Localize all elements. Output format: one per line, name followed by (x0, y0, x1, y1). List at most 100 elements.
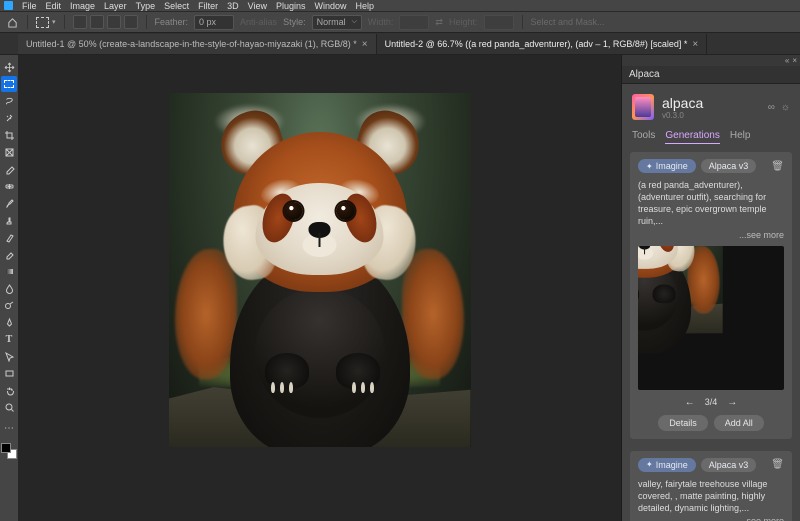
generation-card: ✦Imagine Alpaca v3 🗑 valley, fairytale t… (630, 451, 792, 521)
tag-imagine[interactable]: ✦Imagine (638, 458, 696, 472)
see-more-link[interactable]: ...see more (638, 516, 784, 521)
eyedropper-tool[interactable] (1, 161, 17, 177)
selection-new-icon[interactable] (73, 15, 87, 29)
hand-tool[interactable] (1, 382, 17, 398)
menu-window[interactable]: Window (315, 1, 347, 11)
home-icon[interactable] (5, 15, 19, 29)
gradient-tool[interactable] (1, 263, 17, 279)
generation-thumbnail[interactable] (638, 246, 784, 390)
tag-model[interactable]: Alpaca v3 (701, 159, 757, 173)
feather-label: Feather: (155, 17, 189, 27)
menu-plugins[interactable]: Plugins (276, 1, 306, 11)
menu-file[interactable]: File (22, 1, 37, 11)
brand-header: alpaca v0.3.0 ∞ ☼ (622, 84, 800, 126)
menu-type[interactable]: Type (136, 1, 156, 11)
document-tab-bar: Untitled-1 @ 50% (create-a-landscape-in-… (0, 33, 800, 55)
details-button[interactable]: Details (658, 415, 708, 431)
selection-add-icon[interactable] (90, 15, 104, 29)
close-icon[interactable]: × (362, 39, 368, 50)
document-tab-2[interactable]: Untitled-2 @ 66.7% ((a red panda_adventu… (377, 34, 708, 54)
page-indicator: 3/4 (705, 397, 718, 407)
canvas[interactable] (169, 93, 471, 447)
delete-icon[interactable]: 🗑 (771, 161, 784, 172)
generation-card: ✦Imagine Alpaca v3 🗑 (a red panda_advent… (630, 152, 792, 439)
width-label: Width: (368, 17, 394, 27)
canvas-image (169, 93, 471, 447)
link-icon[interactable]: ∞ (768, 102, 775, 113)
menu-layer[interactable]: Layer (104, 1, 127, 11)
wand-tool[interactable] (1, 110, 17, 126)
marquee-tool[interactable] (1, 76, 17, 92)
history-brush-tool[interactable] (1, 229, 17, 245)
prompt-text: (a red panda_adventurer), (adventurer ou… (638, 179, 784, 228)
add-all-button[interactable]: Add All (714, 415, 764, 431)
stamp-tool[interactable] (1, 212, 17, 228)
alpaca-logo-icon (632, 94, 654, 120)
selection-subtract-icon[interactable] (107, 15, 121, 29)
menu-view[interactable]: View (248, 1, 267, 11)
height-label: Height: (449, 17, 478, 27)
close-icon[interactable]: × (792, 56, 797, 65)
app-icon (4, 1, 13, 10)
sparkle-icon: ✦ (646, 162, 653, 171)
panel-tab-alpaca[interactable]: Alpaca (629, 69, 660, 80)
lasso-tool[interactable] (1, 93, 17, 109)
menu-3d[interactable]: 3D (227, 1, 239, 11)
frame-tool[interactable] (1, 144, 17, 160)
eraser-tool[interactable] (1, 246, 17, 262)
menu-filter[interactable]: Filter (198, 1, 218, 11)
edit-toolbar-icon[interactable]: ⋯ (1, 420, 17, 436)
marquee-tool-indicator[interactable]: ▾ (36, 17, 56, 28)
options-bar: ▾ Feather: 0 px Anti-alias Style: Normal… (0, 11, 800, 33)
height-input (484, 15, 514, 30)
panel-subtabs: Tools Generations Help (622, 126, 800, 146)
prev-arrow-icon[interactable]: ← (685, 397, 695, 408)
subtab-generations[interactable]: Generations (665, 130, 719, 144)
canvas-area[interactable] (18, 55, 621, 521)
swap-wh-icon: ⇄ (435, 17, 443, 28)
style-select[interactable]: Normal⌵ (312, 15, 362, 30)
menu-select[interactable]: Select (164, 1, 189, 11)
panel-tab-bar: Alpaca (622, 66, 800, 84)
subtab-help[interactable]: Help (730, 130, 751, 144)
tag-imagine[interactable]: ✦Imagine (638, 159, 696, 173)
settings-icon[interactable]: ☼ (781, 102, 790, 113)
tag-model[interactable]: Alpaca v3 (701, 458, 757, 472)
menu-edit[interactable]: Edit (46, 1, 62, 11)
menu-image[interactable]: Image (70, 1, 95, 11)
zoom-tool[interactable] (1, 399, 17, 415)
selection-mode-group (73, 15, 138, 29)
blur-tool[interactable] (1, 280, 17, 296)
shape-tool[interactable] (1, 365, 17, 381)
subtab-tools[interactable]: Tools (632, 130, 655, 144)
see-more-link[interactable]: ...see more (638, 230, 784, 240)
heal-tool[interactable] (1, 178, 17, 194)
brush-tool[interactable] (1, 195, 17, 211)
style-label: Style: (283, 17, 306, 27)
panel-controls: « × (622, 55, 800, 66)
pen-tool[interactable] (1, 314, 17, 330)
alpaca-panel: « × Alpaca alpaca v0.3.0 ∞ ☼ Tools Gener… (621, 55, 800, 521)
color-swatches[interactable] (1, 443, 17, 459)
dodge-tool[interactable] (1, 297, 17, 313)
select-and-mask-button: Select and Mask... (531, 17, 605, 27)
feather-input[interactable]: 0 px (194, 15, 234, 30)
tool-bar: T ⋯ (0, 55, 18, 521)
menu-help[interactable]: Help (356, 1, 375, 11)
menu-bar: File Edit Image Layer Type Select Filter… (0, 0, 800, 11)
prompt-text: valley, fairytale treehouse village cove… (638, 478, 784, 514)
delete-icon[interactable]: 🗑 (771, 459, 784, 470)
selection-intersect-icon[interactable] (124, 15, 138, 29)
pager: ← 3/4 → (638, 397, 784, 408)
next-arrow-icon[interactable]: → (727, 397, 737, 408)
type-tool[interactable]: T (1, 331, 17, 347)
document-tab-1[interactable]: Untitled-1 @ 50% (create-a-landscape-in-… (18, 34, 377, 54)
crop-tool[interactable] (1, 127, 17, 143)
width-input (399, 15, 429, 30)
antialias-checkbox: Anti-alias (240, 17, 277, 27)
brand-name: alpaca (662, 95, 703, 111)
move-tool[interactable] (1, 59, 17, 75)
path-tool[interactable] (1, 348, 17, 364)
close-icon[interactable]: × (692, 39, 698, 50)
chevrons-icon[interactable]: « (785, 56, 789, 65)
